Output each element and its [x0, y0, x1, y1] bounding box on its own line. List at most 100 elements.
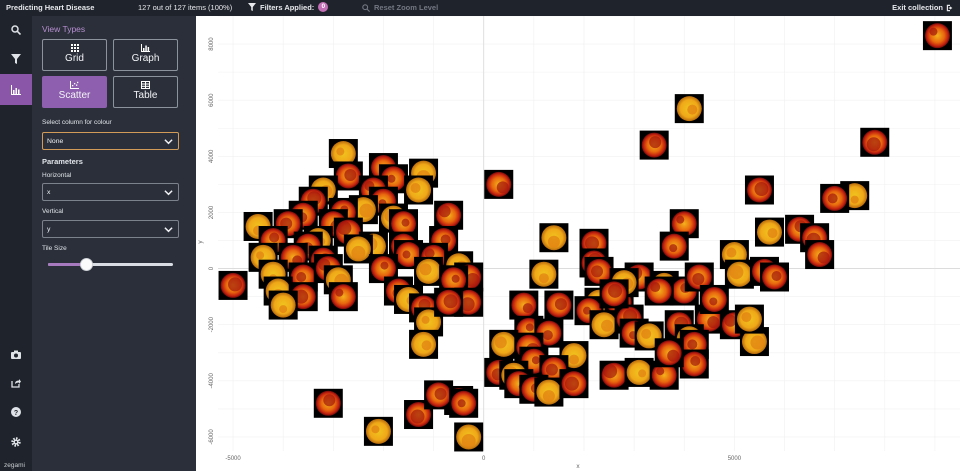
- colour-column-select[interactable]: None: [42, 132, 179, 150]
- scatter-tile[interactable]: [313, 388, 343, 418]
- tile-scan-blob: [866, 137, 881, 152]
- collection-title: Predicting Heart Disease: [6, 3, 95, 12]
- tile-scan-blob: [443, 294, 458, 309]
- scatter-tile[interactable]: [659, 231, 689, 261]
- tile-scan-blob: [817, 251, 830, 264]
- scatter-tile[interactable]: [268, 290, 298, 320]
- scatter-tile[interactable]: [644, 276, 674, 306]
- scatter-tile[interactable]: [679, 349, 709, 379]
- help-button[interactable]: ?: [0, 398, 32, 426]
- horizontal-axis-select[interactable]: x: [42, 183, 179, 201]
- scatter-tile[interactable]: [328, 282, 358, 312]
- exit-icon: [946, 4, 953, 11]
- filters-label: Filters Applied:: [260, 2, 315, 12]
- tile-scan-blob: [656, 367, 665, 376]
- plot-tiles[interactable]: [218, 21, 952, 452]
- tile-scan-blob: [336, 147, 345, 156]
- view-type-graph-button[interactable]: Graph: [113, 39, 178, 71]
- view-types-title: View Types: [42, 24, 86, 34]
- scatter-tile[interactable]: [434, 200, 464, 230]
- tile-scan-blob: [649, 136, 662, 149]
- filter-button[interactable]: [0, 45, 32, 73]
- chart-view-button[interactable]: [0, 74, 32, 105]
- reset-zoom-button[interactable]: Reset Zoom Level: [362, 3, 438, 12]
- share-button[interactable]: [0, 369, 32, 397]
- scatter-tile[interactable]: [404, 175, 434, 205]
- scatter-tile[interactable]: [414, 256, 444, 286]
- snapshot-button[interactable]: [0, 340, 32, 368]
- tile-size-slider-handle[interactable]: [80, 258, 93, 271]
- horizontal-label: Horizontal: [42, 172, 72, 179]
- scatter-tile[interactable]: [624, 357, 654, 387]
- scatter-tile[interactable]: [820, 183, 850, 213]
- scatter-tile[interactable]: [424, 380, 454, 410]
- tile-scan-blob: [401, 218, 410, 227]
- scatter-tile[interactable]: [599, 279, 629, 309]
- tile-scan-blob: [279, 305, 288, 314]
- search-icon: [11, 25, 21, 35]
- scatter-tile[interactable]: [529, 259, 559, 289]
- brand-logo: zegami: [4, 462, 25, 469]
- scatter-tile[interactable]: [434, 287, 464, 317]
- scatter-tile[interactable]: [654, 338, 684, 368]
- settings-button[interactable]: [0, 428, 32, 456]
- tile-scan-blob: [522, 303, 533, 314]
- bar-chart-icon: [114, 44, 177, 53]
- scatter-tile[interactable]: [539, 223, 569, 253]
- scatter-tile[interactable]: [333, 161, 363, 191]
- scatter-tile[interactable]: [699, 284, 729, 314]
- tile-scan-blob: [419, 263, 432, 276]
- scatter-tile[interactable]: [860, 127, 890, 157]
- scatter-tile[interactable]: [674, 94, 704, 124]
- scatter-tile[interactable]: [805, 240, 835, 270]
- scatter-tile[interactable]: [409, 329, 439, 359]
- scatter-tile[interactable]: [724, 259, 754, 289]
- scatter-tile[interactable]: [509, 290, 539, 320]
- scatter-tile[interactable]: [218, 270, 248, 300]
- scatter-plot[interactable]: -5000 0 5000 8000 6000 4000 2000 0 -2000 -4000 -60…: [196, 16, 960, 471]
- scatter-tile[interactable]: [559, 369, 589, 399]
- x-tick-label: 0: [482, 456, 486, 462]
- scatter-tile[interactable]: [484, 169, 514, 199]
- scatter-tile[interactable]: [363, 416, 393, 446]
- scatter-tile[interactable]: [589, 310, 619, 340]
- view-type-table-button[interactable]: Table: [113, 76, 178, 108]
- camera-icon: [11, 350, 21, 359]
- scatter-tile[interactable]: [343, 234, 373, 264]
- tile-scan-blob: [421, 340, 432, 351]
- tile-scan-blob: [525, 323, 534, 332]
- y-tick-label: 6000: [209, 93, 215, 107]
- search-button[interactable]: [0, 16, 32, 44]
- scatter-tile[interactable]: [744, 175, 774, 205]
- horizontal-axis-value: x: [47, 189, 51, 196]
- chevron-down-icon: [164, 190, 173, 196]
- scatter-tile[interactable]: [454, 422, 484, 452]
- tile-scan-blob: [296, 272, 307, 282]
- scatter-tile[interactable]: [922, 21, 952, 51]
- scatter-tile[interactable]: [599, 360, 629, 390]
- tile-scan-blob: [750, 335, 765, 350]
- scatter-tile[interactable]: [544, 290, 574, 320]
- x-axis-label: x: [576, 463, 580, 470]
- scatter-tile[interactable]: [534, 377, 564, 407]
- scatter-chart[interactable]: -5000 0 5000 8000 6000 4000 2000 0 -2000 -4000 -60…: [196, 16, 960, 471]
- vertical-axis-select[interactable]: y: [42, 220, 179, 238]
- tile-scan-blob: [402, 250, 411, 259]
- tile-scan-blob: [564, 376, 579, 391]
- scatter-tile[interactable]: [639, 130, 669, 160]
- view-type-grid-button[interactable]: Grid: [42, 39, 107, 71]
- scatter-tile[interactable]: [489, 329, 519, 359]
- y-tick-label: 0: [209, 266, 215, 270]
- scatter-tile[interactable]: [449, 388, 479, 418]
- tile-size-slider[interactable]: [48, 258, 173, 271]
- x-tick-label: -5000: [225, 456, 241, 462]
- filters-applied[interactable]: Filters Applied: 0: [248, 2, 329, 12]
- tile-scan-blob: [726, 247, 737, 258]
- scatter-tile[interactable]: [760, 262, 789, 292]
- y-tick-label: -4000: [209, 373, 215, 389]
- tile-scan-blob: [344, 168, 357, 181]
- exit-collection-button[interactable]: Exit collection: [892, 3, 954, 12]
- view-type-scatter-button[interactable]: Scatter: [42, 76, 107, 108]
- scatter-tile[interactable]: [754, 217, 784, 247]
- scatter-tile[interactable]: [734, 304, 764, 334]
